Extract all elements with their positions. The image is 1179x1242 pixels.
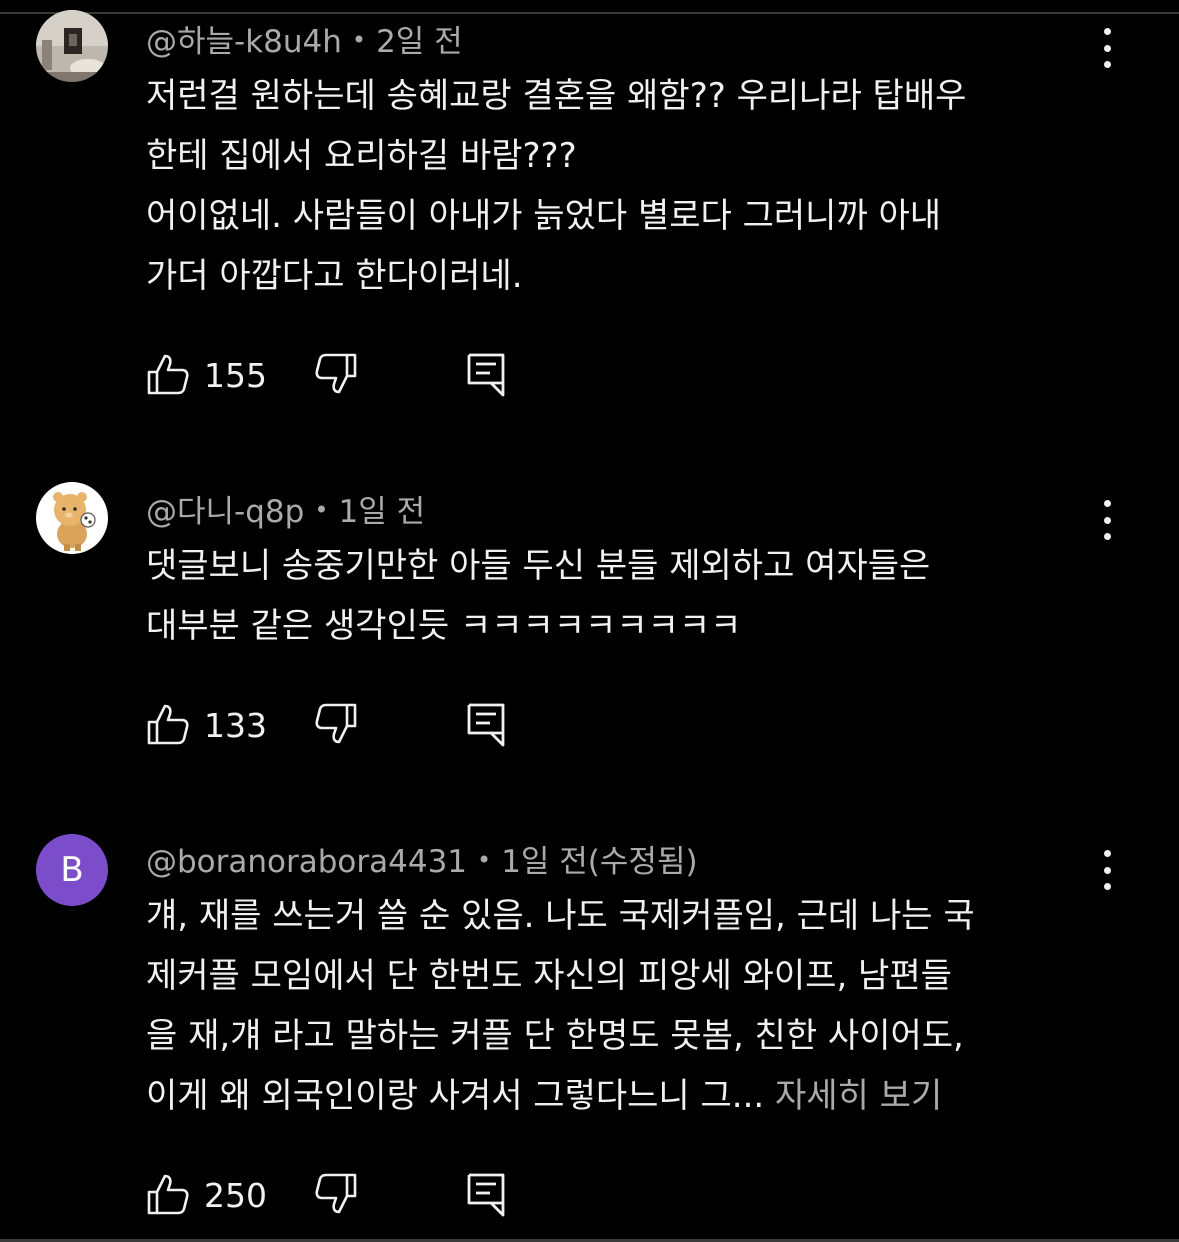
comment-text: 걔, 재를 쓰는거 쓸 순 있음. 나도 국제커플임, 근데 나는 국 제커플 … (146, 886, 1106, 1126)
comment-author[interactable]: @다니-q8p (146, 494, 304, 530)
more-options-button[interactable] (1096, 500, 1118, 540)
comment-time[interactable]: 1일 전 (338, 494, 425, 530)
thumbs-up-icon[interactable] (146, 352, 190, 396)
bear-character-avatar-icon (36, 482, 108, 554)
thumbs-up-icon[interactable] (146, 1172, 190, 1216)
avatar-photo[interactable] (36, 10, 108, 82)
read-more-link[interactable]: 자세히 보기 (775, 1076, 942, 1116)
avatar-letter[interactable]: B (36, 834, 108, 906)
more-vertical-icon (1103, 500, 1111, 507)
more-vertical-icon-dot (1103, 866, 1111, 874)
comment-text-content: 저런걸 원하는데 송혜교랑 결혼을 왜함?? 우리나라 탑배우 한테 집에서 요… (146, 76, 967, 296)
separator-dot: • (314, 496, 329, 524)
more-vertical-icon (1103, 850, 1111, 857)
like-count: 250 (204, 1176, 267, 1215)
thumbs-down-icon[interactable] (314, 352, 358, 396)
thumbs-down-icon[interactable] (314, 1172, 358, 1216)
separator-dot: • (351, 26, 367, 54)
comment-meta: @하늘-k8u4h • 2일 전 (146, 16, 463, 61)
like-count: 133 (204, 706, 267, 745)
comment-author[interactable]: @boranorabora4431 (146, 844, 467, 880)
comment-actions: 133 (146, 702, 546, 750)
comment-actions: 250 (146, 1172, 546, 1220)
comment-meta: @다니-q8p • 1일 전 (146, 486, 425, 531)
more-options-button[interactable] (1096, 28, 1118, 68)
room-photo-avatar-icon (36, 10, 108, 82)
comment-text-content: 댓글보니 송중기만한 아들 두신 분들 제외하고 여자들은 대부분 같은 생각인… (146, 546, 931, 646)
more-vertical-icon-dot (1103, 44, 1111, 52)
comment-text: 저런걸 원하는데 송혜교랑 결혼을 왜함?? 우리나라 탑배우 한테 집에서 요… (146, 66, 1106, 306)
reply-comment-icon[interactable] (466, 1172, 506, 1218)
comment-author[interactable]: @하늘-k8u4h (146, 24, 342, 60)
thumbs-down-icon[interactable] (314, 702, 358, 746)
reply-comment-icon[interactable] (466, 702, 506, 748)
thumbs-up-icon[interactable] (146, 702, 190, 746)
more-vertical-icon (1103, 28, 1111, 35)
top-divider (0, 12, 1179, 14)
comment-text: 댓글보니 송중기만한 아들 두신 분들 제외하고 여자들은 대부분 같은 생각인… (146, 536, 1106, 656)
like-count: 155 (204, 356, 267, 395)
comment-actions: 155 (146, 352, 546, 400)
separator-dot: • (477, 846, 492, 874)
reply-comment-icon[interactable] (466, 352, 506, 398)
avatar-illustration[interactable] (36, 482, 108, 554)
more-options-button[interactable] (1096, 850, 1118, 890)
avatar-letter-text: B (60, 850, 84, 890)
more-vertical-icon-dot (1103, 516, 1111, 524)
comment-time[interactable]: 1일 전(수정됨) (501, 844, 697, 880)
comment-time[interactable]: 2일 전 (376, 24, 463, 60)
comment-meta: @boranorabora4431 • 1일 전(수정됨) (146, 836, 698, 881)
